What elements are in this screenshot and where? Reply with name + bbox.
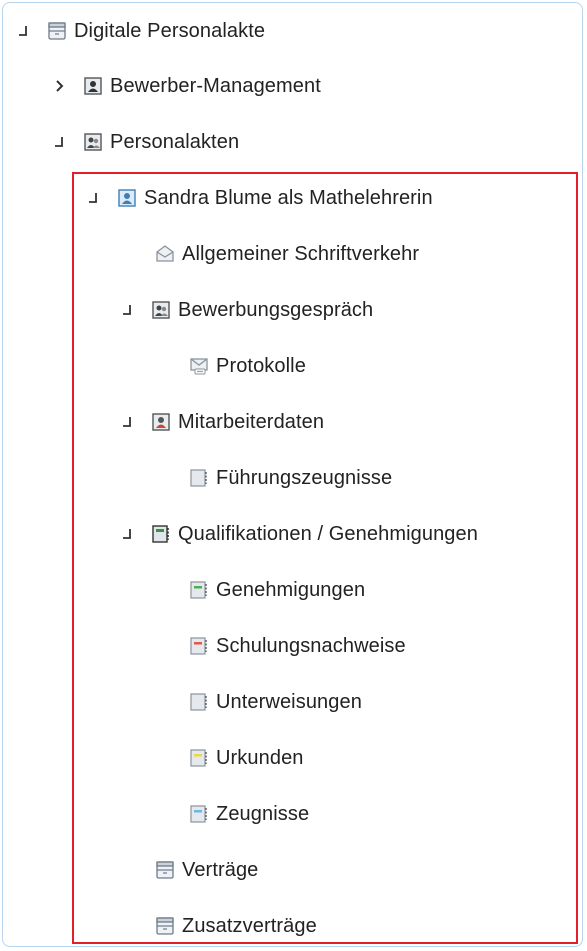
tree-item-label: Digitale Personalakte [74, 19, 266, 42]
group-folder-icon [82, 131, 104, 153]
archive-cabinet-icon [46, 20, 68, 42]
tree-item-personalakten[interactable]: Personalakten [52, 125, 239, 159]
collapse-icon[interactable] [52, 132, 66, 152]
tree-item-label: Bewerber-Management [110, 74, 321, 97]
tree-item-label: Personalakten [110, 130, 240, 153]
person-folder-icon [82, 75, 104, 97]
selection-highlight-box [72, 172, 578, 944]
tree-item-bewerber-management[interactable]: Bewerber-Management [52, 69, 321, 103]
expand-icon[interactable] [52, 76, 66, 96]
collapse-icon[interactable] [16, 21, 30, 41]
tree-item-digitale-personalakte[interactable]: Digitale Personalakte [16, 14, 265, 48]
